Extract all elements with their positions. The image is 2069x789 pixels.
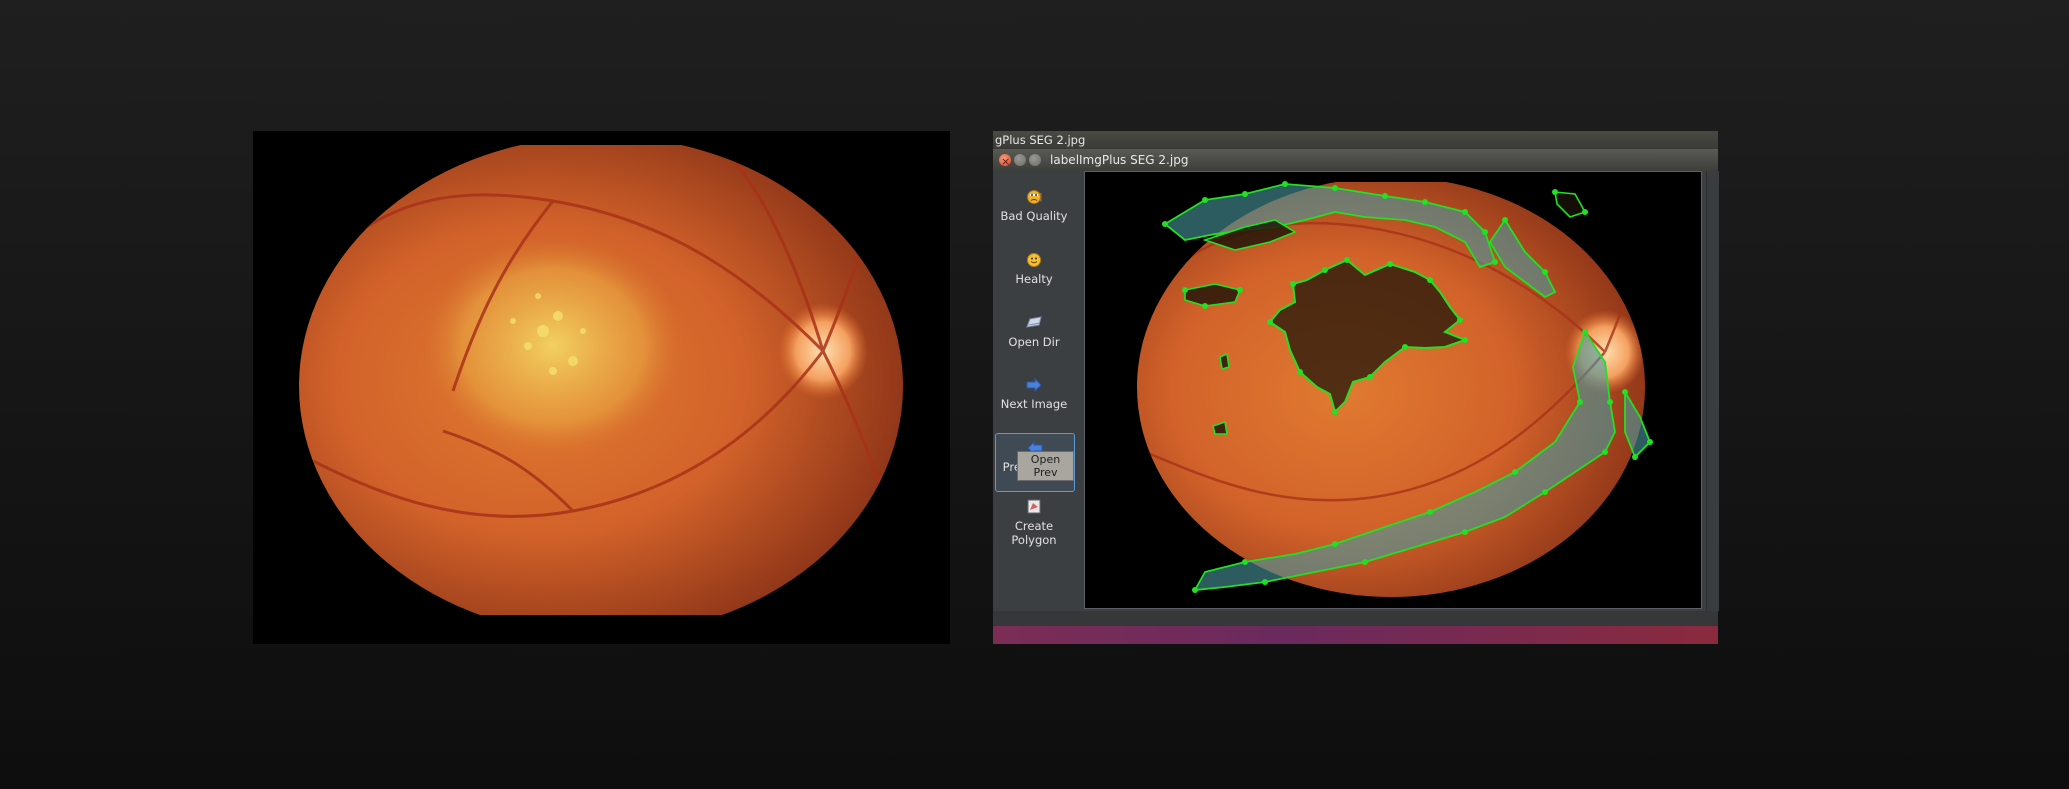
tool-sidebar: ┆┆┆ Bad Quality Healty Open Dir <box>993 171 1075 628</box>
healty-button[interactable]: Healty <box>995 252 1073 286</box>
maximize-window-button[interactable] <box>1029 154 1041 166</box>
outer-window-title: gPlus SEG 2.jpg <box>995 133 1086 147</box>
annotation-canvas[interactable] <box>1084 171 1702 609</box>
bad-quality-face-icon <box>1027 190 1041 204</box>
outer-window-titlebar: gPlus SEG 2.jpg <box>993 131 1718 149</box>
minimize-window-button[interactable] <box>1014 154 1026 166</box>
bad-quality-label: Bad Quality <box>1000 209 1068 223</box>
labelimg-window: labelImgPlus SEG 2.jpg ┆┆┆ Bad Quality H… <box>993 149 1719 628</box>
close-window-button[interactable] <box>999 151 1011 173</box>
create-polygon-button[interactable]: Create Polygon <box>995 499 1073 547</box>
bad-quality-button[interactable]: Bad Quality <box>995 189 1073 223</box>
fundus-image-original <box>253 131 950 644</box>
prev-image-button[interactable]: Prev Image Open Prev <box>995 433 1075 492</box>
next-image-label: Next Image <box>1000 397 1068 411</box>
arrow-right-icon <box>1026 377 1042 393</box>
smiley-face-icon <box>1027 253 1041 267</box>
open-dir-label: Open Dir <box>1008 335 1060 349</box>
window-titlebar: labelImgPlus SEG 2.jpg <box>993 149 1718 173</box>
status-bar <box>993 611 1718 626</box>
create-polygon-label-line1: Create <box>1014 519 1054 533</box>
healty-label: Healty <box>1015 272 1053 286</box>
open-dir-button[interactable]: Open Dir <box>995 315 1073 349</box>
folder-icon <box>1026 316 1042 328</box>
desktop-background-strip <box>993 626 1718 644</box>
right-dock-panel[interactable] <box>1706 171 1719 611</box>
tooltip: Open Prev <box>1017 451 1074 481</box>
polygon-icon <box>1027 499 1041 514</box>
next-image-button[interactable]: Next Image <box>995 377 1073 411</box>
create-polygon-label-line2: Polygon <box>1011 533 1057 547</box>
window-title: labelImgPlus SEG 2.jpg <box>1050 153 1189 167</box>
